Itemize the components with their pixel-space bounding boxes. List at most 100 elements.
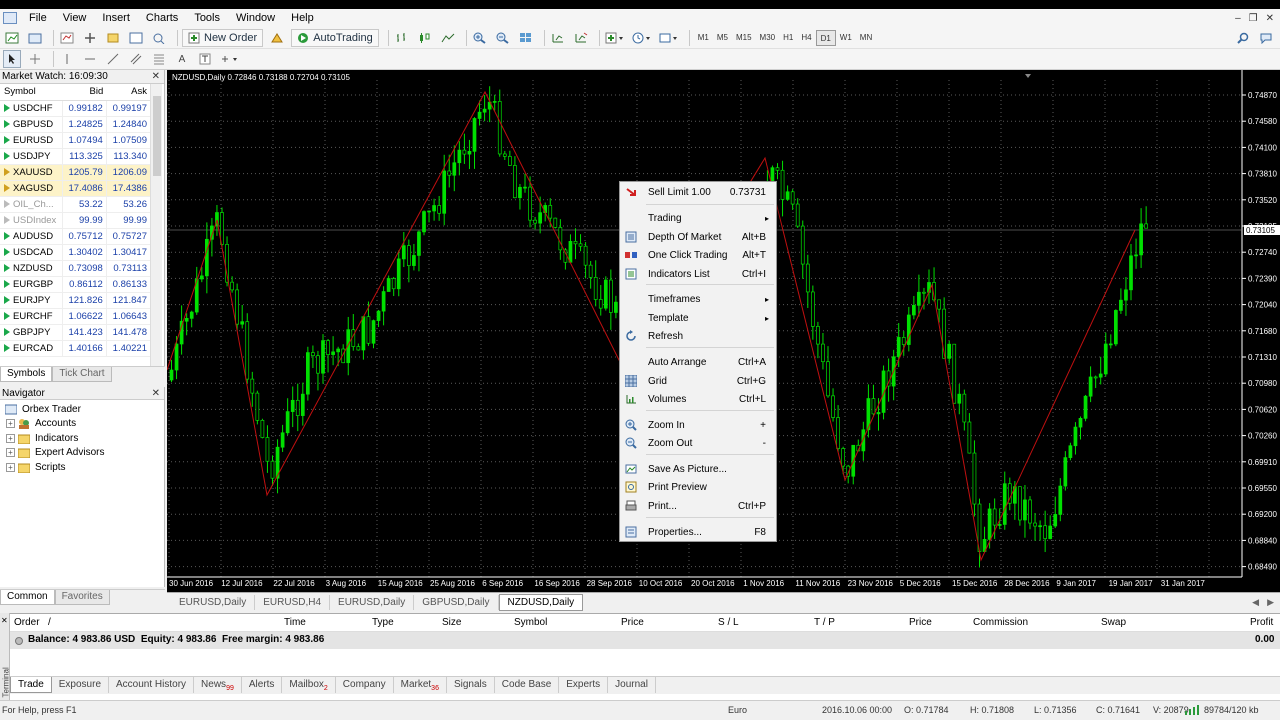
metaeditor-icon[interactable] xyxy=(268,29,286,47)
search-icon[interactable] xyxy=(1234,29,1252,47)
new-order-button[interactable]: New Order xyxy=(182,28,264,47)
menu-view[interactable]: View xyxy=(55,9,95,27)
navigator-icon[interactable] xyxy=(104,29,122,47)
terminal-tab-code-base[interactable]: Code Base xyxy=(495,677,560,693)
timeframe-m15[interactable]: M15 xyxy=(732,30,756,46)
trendline-icon[interactable] xyxy=(104,50,122,68)
profiles-button[interactable] xyxy=(26,29,44,47)
timeframe-h1[interactable]: H1 xyxy=(779,30,797,46)
expand-icon[interactable]: + xyxy=(6,419,15,429)
line-chart-button[interactable] xyxy=(439,29,457,47)
menu-charts[interactable]: Charts xyxy=(138,9,186,27)
market-watch-row[interactable]: USDIndex 99.99 99.99 xyxy=(0,212,150,229)
zoom-out-toolbar-icon[interactable] xyxy=(494,29,512,47)
new-chart-button[interactable] xyxy=(3,29,21,47)
close-icon[interactable]: ✕ xyxy=(1,616,8,625)
tab-symbols[interactable]: Symbols xyxy=(0,367,53,382)
terminal-tab-company[interactable]: Company xyxy=(336,677,394,693)
menu-item-zoom-out[interactable]: Zoom Out - xyxy=(620,434,776,452)
sort-icon[interactable]: / xyxy=(48,617,51,628)
chart-tab[interactable]: EURUSD,H4 xyxy=(255,594,331,610)
timeframe-m5[interactable]: M5 xyxy=(713,30,732,46)
terminal-tab-experts[interactable]: Experts xyxy=(559,677,609,693)
market-watch-row[interactable]: EURUSD 1.07494 1.07509 xyxy=(0,132,150,149)
chart-tab[interactable]: EURUSD,Daily xyxy=(330,594,415,610)
channel-icon[interactable] xyxy=(127,50,145,68)
menu-window[interactable]: Window xyxy=(228,9,283,27)
horizontal-line-icon[interactable] xyxy=(81,50,99,68)
cursor-icon[interactable] xyxy=(3,50,21,68)
timeframe-h4[interactable]: H4 xyxy=(797,30,815,46)
column-header-symbol[interactable]: Symbol xyxy=(0,84,62,101)
menu-item-refresh[interactable]: Refresh xyxy=(620,327,776,345)
market-watch-row[interactable]: USDCHF 0.99182 0.99197 xyxy=(0,100,150,117)
tab-scroll-left-icon[interactable]: ◀ xyxy=(1252,597,1259,608)
market-watch-row[interactable]: OIL_Ch... 53.22 53.26 xyxy=(0,196,150,213)
menu-item-print-preview[interactable]: Print Preview xyxy=(620,478,776,496)
menu-item-template[interactable]: Template ▸ xyxy=(620,309,776,327)
market-watch-icon[interactable] xyxy=(58,29,76,47)
column-header-time[interactable]: Time xyxy=(284,617,306,628)
fibonacci-icon[interactable] xyxy=(150,50,168,68)
zoom-in-toolbar-icon[interactable] xyxy=(471,29,489,47)
vertical-line-icon[interactable] xyxy=(58,50,76,68)
column-header-price-current[interactable]: Price xyxy=(909,617,932,628)
tab-favorites[interactable]: Favorites xyxy=(54,590,110,605)
market-watch-row[interactable]: USDCAD 1.30402 1.30417 xyxy=(0,244,150,261)
column-header-symbol[interactable]: Symbol xyxy=(514,617,547,628)
terminal-tab-news[interactable]: News99 xyxy=(194,677,242,693)
timeframe-d1[interactable]: D1 xyxy=(815,29,836,46)
close-icon[interactable]: ✕ xyxy=(152,387,160,400)
menu-item-zoom-in[interactable]: Zoom In + xyxy=(620,416,776,434)
chart-tab[interactable]: EURUSD,Daily xyxy=(171,594,256,610)
text-label-icon[interactable] xyxy=(196,50,214,68)
terminal-tab-account-history[interactable]: Account History xyxy=(109,677,195,693)
market-watch-row[interactable]: USDJPY 113.325 113.340 xyxy=(0,148,150,165)
restore-icon[interactable]: ❐ xyxy=(1249,13,1258,24)
tab-scroll-right-icon[interactable]: ▶ xyxy=(1267,597,1274,608)
market-watch-row[interactable]: XAGUSD 17.4086 17.4386 xyxy=(0,180,150,197)
terminal-tab-market[interactable]: Market36 xyxy=(394,677,447,693)
market-watch-row[interactable]: XAUUSD 1205.79 1206.09 xyxy=(0,164,150,181)
terminal-tab-alerts[interactable]: Alerts xyxy=(242,677,283,693)
column-header-price[interactable]: Price xyxy=(621,617,644,628)
terminal-tab-mailbox[interactable]: Mailbox2 xyxy=(282,677,336,693)
menu-help[interactable]: Help xyxy=(283,9,322,27)
terminal-tab-trade[interactable]: Trade xyxy=(10,677,52,693)
column-header-size[interactable]: Size xyxy=(442,617,461,628)
timeframe-w1[interactable]: W1 xyxy=(836,30,856,46)
column-header-swap[interactable]: Swap xyxy=(1101,617,1126,628)
menu-item-one-click-trading[interactable]: One Click Trading Alt+T xyxy=(620,246,776,264)
timeframe-mn[interactable]: MN xyxy=(856,30,876,46)
candlestick-button[interactable] xyxy=(416,29,434,47)
tab-tick-chart[interactable]: Tick Chart xyxy=(52,367,112,382)
menu-item-grid[interactable]: Grid Ctrl+G xyxy=(620,372,776,390)
navigator-item-expert-advisors[interactable]: + Expert Advisors xyxy=(0,446,164,461)
market-watch-row[interactable]: GBPUSD 1.24825 1.24840 xyxy=(0,116,150,133)
terminal-tab-journal[interactable]: Journal xyxy=(608,677,656,693)
text-tool-icon[interactable]: A xyxy=(173,50,191,68)
tab-common[interactable]: Common xyxy=(0,590,55,605)
autoscroll-icon[interactable] xyxy=(572,29,590,47)
terminal-tab-exposure[interactable]: Exposure xyxy=(52,677,110,693)
expand-icon[interactable]: + xyxy=(6,448,15,458)
navigator-item-scripts[interactable]: + Scripts xyxy=(0,460,164,475)
menu-item-trading[interactable]: Trading ▸ xyxy=(620,209,776,227)
close-icon[interactable]: ✕ xyxy=(152,70,160,84)
market-watch-row[interactable]: GBPJPY 141.423 141.478 xyxy=(0,324,150,341)
menu-item-sell-limit-1-00[interactable]: Sell Limit 1.00 0.73731 xyxy=(620,183,776,201)
navigator-root[interactable]: Orbex Trader xyxy=(0,402,164,417)
bar-chart-button[interactable] xyxy=(393,29,411,47)
timeframe-m30[interactable]: M30 xyxy=(756,30,780,46)
menu-item-print[interactable]: Print... Ctrl+P xyxy=(620,497,776,515)
chart-tab[interactable]: GBPUSD,Daily xyxy=(414,594,499,610)
menu-item-depth-of-market[interactable]: Depth Of Market Alt+B xyxy=(620,228,776,246)
column-header-profit[interactable]: Profit xyxy=(1250,617,1273,628)
column-header-commission[interactable]: Commission xyxy=(973,617,1028,628)
menu-item-properties[interactable]: Properties... F8 xyxy=(620,523,776,541)
market-watch-row[interactable]: EURCAD 1.40166 1.40221 xyxy=(0,340,150,357)
data-window-icon[interactable] xyxy=(81,29,99,47)
expand-icon[interactable]: + xyxy=(6,462,15,472)
expand-icon[interactable]: + xyxy=(6,433,15,443)
terminal-icon[interactable] xyxy=(127,29,145,47)
